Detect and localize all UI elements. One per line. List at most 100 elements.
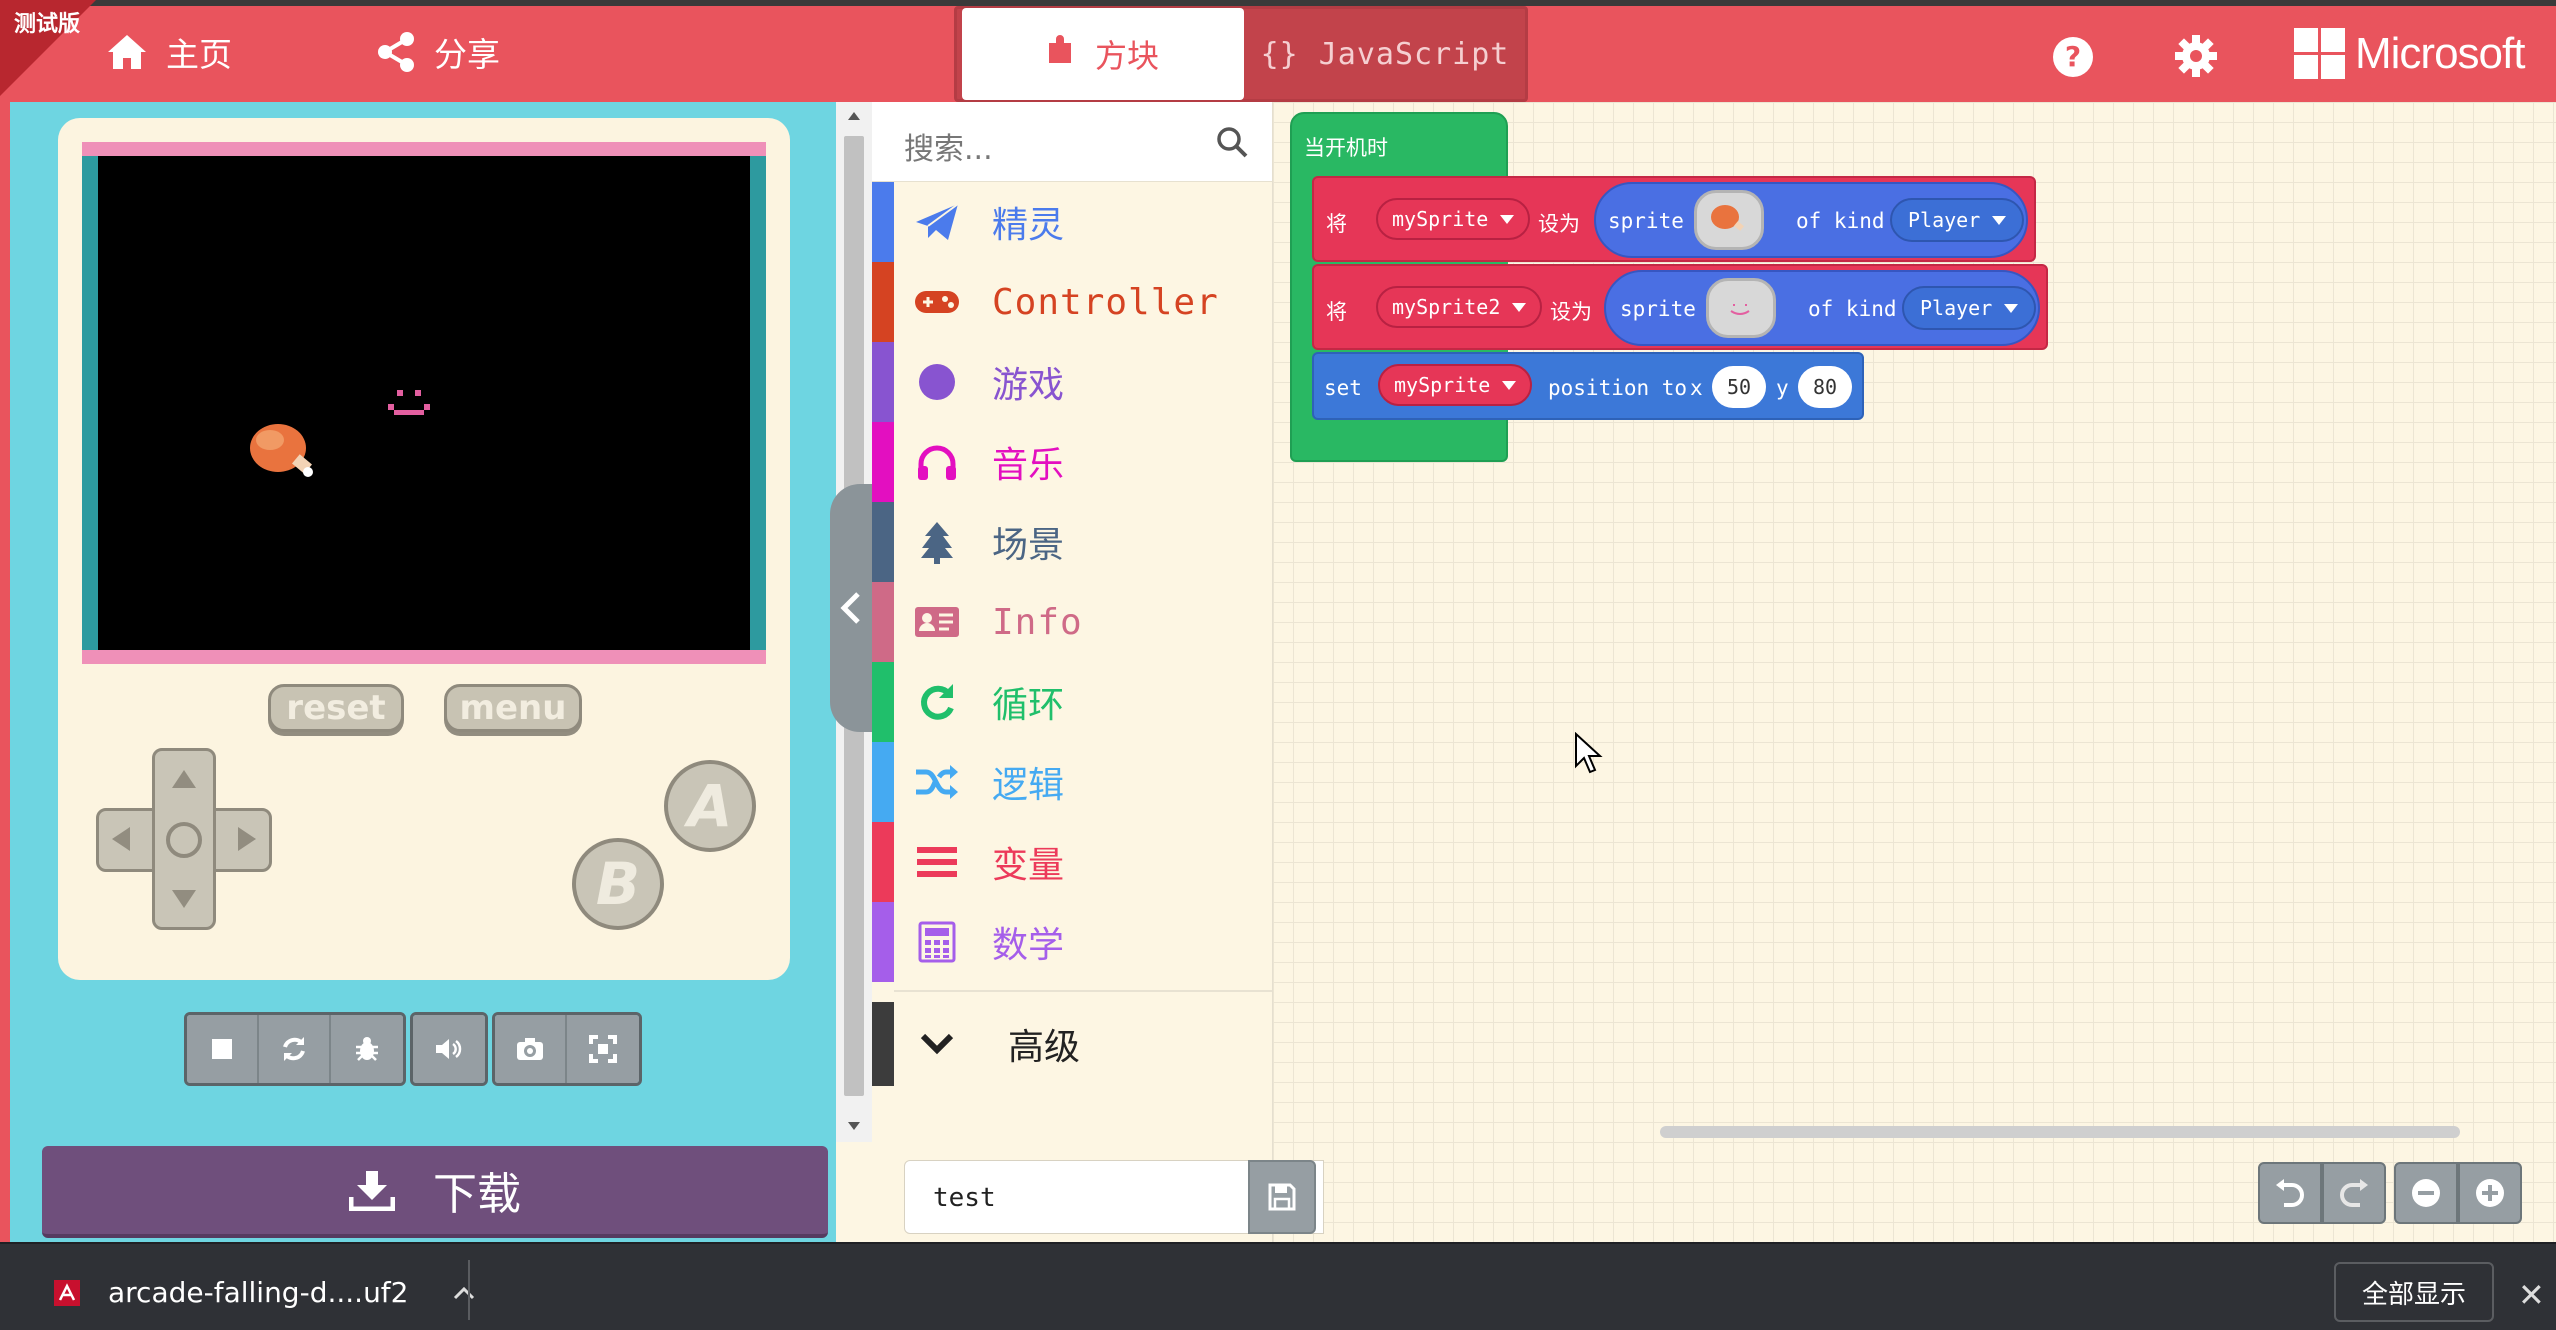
restart-button[interactable] bbox=[259, 1015, 331, 1083]
toolbox-search[interactable]: 搜索... bbox=[872, 102, 1272, 182]
sim-toolbar-group-sound bbox=[410, 1012, 488, 1086]
category-label: Controller bbox=[992, 281, 1219, 323]
windows-icon bbox=[2294, 28, 2345, 79]
category-math[interactable]: 数学 bbox=[872, 902, 1272, 982]
category-music[interactable]: 音乐 bbox=[872, 422, 1272, 502]
y-label: y bbox=[1776, 376, 1789, 400]
category-color-bar bbox=[872, 742, 894, 822]
category-label: Info bbox=[992, 601, 1083, 643]
category-color-bar bbox=[872, 582, 894, 662]
sprite-face bbox=[388, 390, 430, 415]
scroll-down-icon[interactable] bbox=[844, 1116, 864, 1136]
category-logic[interactable]: 逻辑 bbox=[872, 742, 1272, 822]
stop-button[interactable] bbox=[187, 1015, 259, 1083]
braces-icon: {} bbox=[1260, 36, 1299, 72]
category-color-bar bbox=[872, 342, 894, 422]
mouse-cursor-icon bbox=[1575, 732, 1603, 774]
gear-icon bbox=[2175, 35, 2217, 77]
category-color-bar bbox=[872, 182, 894, 262]
category-color-bar bbox=[872, 1002, 894, 1086]
on-start-label: 当开机时 bbox=[1304, 136, 1388, 160]
category-info[interactable]: Info bbox=[872, 582, 1272, 662]
download-button[interactable]: 下载 bbox=[42, 1146, 828, 1238]
variable-dropdown[interactable]: mySprite bbox=[1378, 364, 1533, 406]
screenshot-button[interactable] bbox=[495, 1015, 567, 1083]
scroll-up-icon[interactable] bbox=[844, 106, 864, 126]
gamepad-icon bbox=[894, 287, 980, 317]
variable-dropdown[interactable]: mySprite bbox=[1376, 198, 1531, 240]
help-button[interactable]: ? bbox=[2052, 36, 2094, 82]
sim-left-edge bbox=[0, 102, 10, 1242]
x-label: x bbox=[1690, 376, 1703, 400]
save-button[interactable] bbox=[1248, 1160, 1316, 1234]
category-label: 音乐 bbox=[992, 445, 1065, 486]
settings-button[interactable] bbox=[2174, 34, 2218, 82]
reset-button[interactable]: reset bbox=[268, 684, 404, 732]
screen-frame-bottom bbox=[82, 650, 766, 664]
set-to-label: 设为 bbox=[1550, 300, 1592, 324]
zoom-out-button[interactable] bbox=[2394, 1162, 2458, 1224]
kind-dropdown[interactable]: Player bbox=[1902, 286, 2037, 330]
workspace-hscrollbar[interactable] bbox=[1660, 1126, 2460, 1138]
x-value-input[interactable]: 50 bbox=[1712, 366, 1766, 408]
fullscreen-button[interactable] bbox=[567, 1015, 639, 1083]
category-controller[interactable]: Controller bbox=[872, 262, 1272, 342]
sound-button[interactable] bbox=[413, 1015, 485, 1083]
close-icon[interactable]: ✕ bbox=[2518, 1276, 2545, 1314]
category-scene[interactable]: 场景 bbox=[872, 502, 1272, 582]
set-to-label: 设为 bbox=[1538, 212, 1580, 236]
sprite-image-picker[interactable] bbox=[1694, 190, 1764, 250]
b-button[interactable]: B bbox=[572, 838, 664, 930]
help-icon: ? bbox=[2053, 37, 2093, 77]
kind-dropdown[interactable]: Player bbox=[1890, 198, 2025, 242]
tab-javascript[interactable]: {} JavaScript bbox=[1248, 8, 1522, 100]
shuffle-icon bbox=[894, 763, 980, 801]
category-advanced[interactable]: 高级 bbox=[872, 1002, 1272, 1086]
show-all-button[interactable]: 全部显示 bbox=[2334, 1262, 2494, 1322]
download-item[interactable]: arcade-falling-d....uf2 bbox=[52, 1276, 476, 1309]
zoom-in-icon bbox=[2476, 1179, 2504, 1207]
drumstick-icon bbox=[1711, 205, 1744, 231]
game-screen[interactable] bbox=[98, 156, 750, 650]
position-to-label: position to bbox=[1548, 376, 1688, 400]
debug-button[interactable] bbox=[331, 1015, 403, 1083]
redo-button[interactable] bbox=[2322, 1162, 2386, 1224]
a-button[interactable]: A bbox=[664, 760, 756, 852]
zoom-out-icon bbox=[2412, 1179, 2440, 1207]
undo-button[interactable] bbox=[2258, 1162, 2322, 1224]
category-sprites[interactable]: 精灵 bbox=[872, 182, 1272, 262]
menu-button[interactable]: menu bbox=[444, 684, 582, 732]
dpad-arrows-icon bbox=[112, 770, 256, 908]
category-loops[interactable]: 循环 bbox=[872, 662, 1272, 742]
tab-blocks[interactable]: 方块 bbox=[962, 8, 1244, 100]
category-label: 数学 bbox=[992, 925, 1065, 966]
category-game[interactable]: 游戏 bbox=[872, 342, 1272, 422]
microsoft-logo[interactable]: Microsoft bbox=[2294, 28, 2525, 79]
category-color-bar bbox=[872, 502, 894, 582]
brand-name: Microsoft bbox=[2355, 28, 2525, 78]
share-label: 分享 bbox=[434, 35, 500, 74]
file-type-icon bbox=[54, 1279, 80, 1306]
category-variables[interactable]: 变量 bbox=[872, 822, 1272, 902]
share-button[interactable]: 分享 bbox=[376, 30, 500, 74]
circle-icon bbox=[894, 362, 980, 402]
redo-icon bbox=[2340, 1179, 2368, 1207]
search-icon[interactable] bbox=[1216, 126, 1248, 162]
undo-icon bbox=[2276, 1179, 2304, 1207]
tab-blocks-label: 方块 bbox=[1094, 37, 1159, 75]
category-label: 循环 bbox=[992, 685, 1065, 726]
collapse-simulator-button[interactable] bbox=[830, 484, 872, 732]
share-icon bbox=[378, 32, 414, 72]
home-button[interactable]: 主页 bbox=[106, 30, 232, 74]
set-label: set bbox=[1324, 376, 1362, 400]
y-value-input[interactable]: 80 bbox=[1798, 366, 1852, 408]
advanced-label: 高级 bbox=[1008, 1027, 1081, 1068]
sim-toolbar bbox=[184, 1012, 642, 1086]
zoom-in-button[interactable] bbox=[2458, 1162, 2522, 1224]
set-keyword: 将 bbox=[1326, 212, 1347, 236]
sprite-image-picker[interactable] bbox=[1706, 278, 1776, 338]
chevron-up-icon[interactable] bbox=[452, 1285, 476, 1301]
fullscreen-icon bbox=[589, 1035, 617, 1063]
sim-toolbar-group-main bbox=[184, 1012, 406, 1086]
variable-dropdown[interactable]: mySprite2 bbox=[1376, 286, 1543, 328]
